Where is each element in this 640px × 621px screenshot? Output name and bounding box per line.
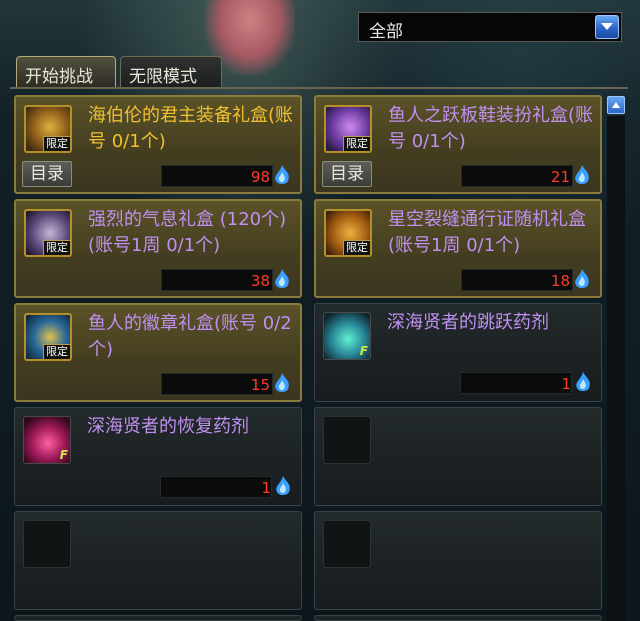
blue-flame-icon [275, 373, 289, 392]
reward-card[interactable]: 限定 星空裂缝通行证随机礼盒(账号1周 0/1个) 18 [314, 199, 602, 298]
limited-badge: 限定 [343, 240, 370, 255]
chevron-down-icon[interactable] [595, 15, 619, 39]
reward-card[interactable]: 限定 强烈的气息礼盒 (120个)(账号1周 0/1个) 38 [14, 199, 302, 298]
blue-flame-icon [575, 165, 589, 184]
reward-grid: 限定 海伯伦的君主装备礼盒(账号 0/1个) 目录 98 限定 鱼人之跃板鞋装扮… [14, 95, 604, 621]
blue-flame-icon [575, 269, 589, 288]
orange-pouch-icon: 限定 [324, 209, 372, 257]
limited-badge: 限定 [343, 136, 370, 151]
purple-pouch-icon: 限定 [24, 209, 72, 257]
reward-card[interactable]: 限定 海伯伦的君主装备礼盒(账号 0/1个) 目录 98 [14, 95, 302, 194]
scrollbar-track[interactable] [607, 116, 625, 621]
blue-flame-icon [576, 372, 590, 391]
item-count: 18 [550, 272, 570, 290]
limited-badge: 限定 [43, 240, 70, 255]
blue-flame-icon [276, 476, 290, 495]
cyan-potion-icon: F [323, 312, 371, 360]
item-count: 1 [561, 375, 571, 393]
empty-slot [314, 615, 602, 621]
empty-slot [14, 615, 302, 621]
item-count: 21 [550, 168, 570, 186]
gold-gift-box-icon: 限定 [24, 105, 72, 153]
item-name: 海伯伦的君主装备礼盒(账号 0/1个) [88, 105, 294, 152]
reward-card[interactable]: F 深海贤者的跳跃药剂 1 [314, 303, 602, 402]
item-count: 38 [250, 272, 270, 290]
reward-card[interactable]: 限定 鱼人之跃板鞋装扮礼盒(账号 0/1个) 目录 21 [314, 95, 602, 194]
item-name: 强烈的气息礼盒 (120个)(账号1周 0/1个) [88, 209, 287, 256]
empty-icon-slot [23, 520, 71, 568]
item-count: 15 [250, 376, 270, 394]
pink-potion-icon: F [23, 416, 71, 464]
item-name: 鱼人的徽章礼盒(账号 0/2个) [88, 313, 292, 360]
count-bar [160, 476, 272, 498]
filter-dropdown-value: 全部 [369, 22, 403, 42]
f-badge: F [359, 344, 368, 358]
catalog-button[interactable]: 目录 [322, 161, 372, 187]
purple-gift-box-icon: 限定 [324, 105, 372, 153]
reward-card[interactable]: F 深海贤者的恢复药剂 1 [14, 407, 302, 506]
count-bar [460, 372, 572, 394]
f-badge: F [59, 448, 68, 462]
item-name: 鱼人之跃板鞋装扮礼盒(账号 0/1个) [388, 105, 594, 152]
item-count: 1 [261, 479, 271, 497]
limited-badge: 限定 [43, 344, 70, 359]
tab-infinite-mode[interactable]: 无限模式 [120, 56, 222, 88]
blue-flame-icon [275, 269, 289, 288]
winged-emblem-icon: 限定 [24, 313, 72, 361]
empty-slot [314, 511, 602, 610]
item-name: 星空裂缝通行证随机礼盒(账号1周 0/1个) [388, 209, 586, 256]
empty-icon-slot [323, 416, 371, 464]
empty-slot [14, 511, 302, 610]
tab-challenge[interactable]: 开始挑战 [16, 56, 116, 88]
limited-badge: 限定 [43, 136, 70, 151]
tab-divider [10, 87, 628, 89]
empty-slot [314, 407, 602, 506]
blue-flame-icon [275, 165, 289, 184]
item-name: 深海贤者的跳跃药剂 [387, 312, 549, 333]
item-name: 深海贤者的恢复药剂 [87, 416, 249, 437]
filter-dropdown[interactable]: 全部 [358, 12, 622, 42]
catalog-button[interactable]: 目录 [22, 161, 72, 187]
reward-card[interactable]: 限定 鱼人的徽章礼盒(账号 0/2个) 15 [14, 303, 302, 402]
item-count: 98 [250, 168, 270, 186]
empty-icon-slot [323, 520, 371, 568]
scroll-up-button[interactable] [607, 96, 625, 114]
